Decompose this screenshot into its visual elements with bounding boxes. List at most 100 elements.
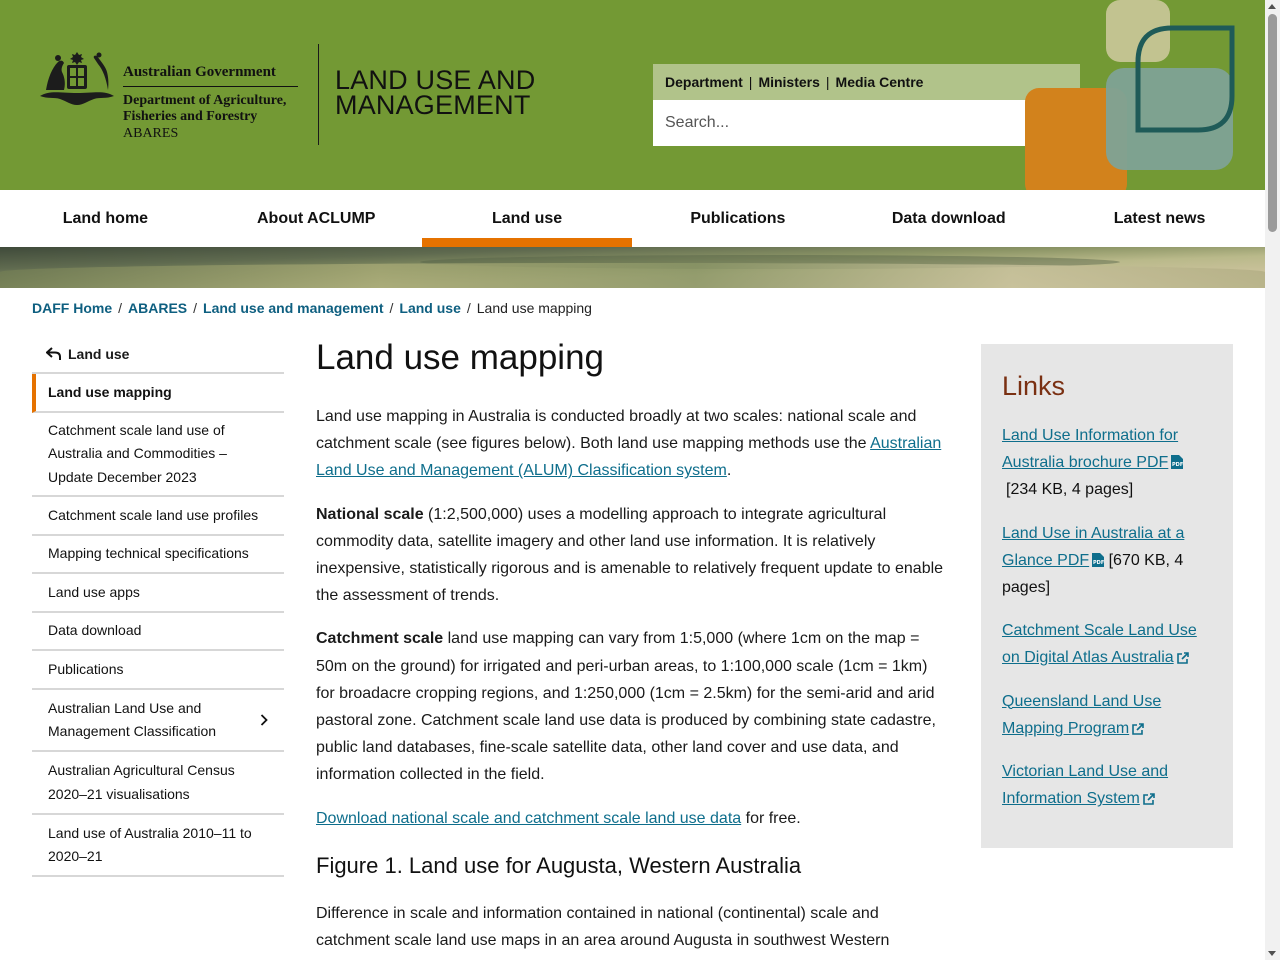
- header-decoration-graphic: [1025, 0, 1235, 190]
- sidenav-item-label: Land use mapping: [48, 383, 172, 400]
- sidenav-item-catchment-scale-commodities[interactable]: Catchment scale land use of Australia an…: [32, 413, 284, 497]
- util-separator: |: [748, 74, 753, 90]
- link-entry-glance: Land Use in Australia at a Glance PDF PDF…: [1002, 520, 1213, 602]
- link-entry-brochure: Land Use Information for Australia broch…: [1002, 422, 1213, 504]
- catchment-scale-paragraph: Catchment scale land use mapping can var…: [316, 625, 948, 788]
- sidenav-item-catchment-profiles[interactable]: Catchment scale land use profiles: [32, 497, 284, 536]
- util-link-department[interactable]: Department: [665, 74, 743, 90]
- national-scale-paragraph: National scale (1:2,500,000) uses a mode…: [316, 501, 948, 610]
- abares-label: ABARES: [123, 126, 179, 141]
- breadcrumb-current: Land use mapping: [476, 300, 592, 316]
- site-name[interactable]: LAND USE AND MANAGEMENT: [335, 67, 535, 120]
- breadcrumb-separator: /: [118, 300, 123, 316]
- breadcrumb-daff-home[interactable]: DAFF Home: [32, 300, 112, 316]
- landscape-banner-image: [0, 247, 1265, 288]
- download-paragraph: Download national scale and catchment sc…: [316, 805, 948, 832]
- sidenav-item-label: Land use of Australia 2010–11 to 2020–21: [48, 824, 252, 865]
- page-scrollbar[interactable]: [1265, 0, 1280, 960]
- nav-about-aclump[interactable]: About ACLUMP: [211, 190, 422, 247]
- main-content: Land use mapping Land use mapping in Aus…: [316, 336, 948, 960]
- sidenav-item-technical-specifications[interactable]: Mapping technical specifications: [32, 536, 284, 574]
- link-entry-digital-atlas: Catchment Scale Land Use on Digital Atla…: [1002, 617, 1213, 671]
- scroll-down-arrow-icon[interactable]: [1268, 951, 1276, 956]
- scroll-thumb[interactable]: [1268, 14, 1277, 232]
- nav-land-use[interactable]: Land use: [421, 190, 633, 247]
- link-note: [234 KB, 4 pages]: [1006, 481, 1134, 499]
- pdf-icon: PDF: [1092, 552, 1105, 567]
- search-input[interactable]: [653, 101, 1023, 145]
- page-title: Land use mapping: [316, 338, 604, 377]
- catchment-scale-text: land use mapping can vary from 1:5,000 (…: [316, 630, 936, 784]
- util-separator: |: [825, 74, 830, 90]
- main-nav: Land home About ACLUMP Land use Publicat…: [0, 190, 1265, 247]
- coat-of-arms-logo[interactable]: [36, 46, 118, 108]
- breadcrumb-separator: /: [193, 300, 198, 316]
- chevron-right-icon[interactable]: [260, 714, 268, 726]
- scroll-up-arrow-icon[interactable]: [1268, 4, 1276, 9]
- intro-paragraph: Land use mapping in Australia is conduct…: [316, 403, 948, 485]
- banner-fields: [0, 263, 1265, 288]
- breadcrumb-separator: /: [389, 300, 394, 316]
- link-digital-atlas-australia[interactable]: Catchment Scale Land Use on Digital Atla…: [1002, 622, 1197, 666]
- sidenav-item-label: Mapping technical specifications: [48, 545, 249, 562]
- nav-latest-news[interactable]: Latest news: [1054, 190, 1265, 247]
- side-nav: Land use Land use mapping Catchment scal…: [32, 336, 284, 877]
- intro-end: .: [726, 462, 732, 480]
- sidenav-item-label: Australian Land Use and Management Class…: [48, 699, 217, 740]
- sidenav-item-agricultural-census[interactable]: Australian Agricultural Census 2020–21 v…: [32, 752, 284, 815]
- intro-text: Land use mapping in Australia is conduct…: [316, 408, 917, 453]
- site-name-line-2: MANAGEMENT: [335, 90, 531, 120]
- pdf-icon: PDF: [1171, 455, 1184, 470]
- department-line-2: Fisheries and Forestry: [123, 109, 258, 124]
- catchment-scale-label: Catchment scale: [316, 630, 444, 648]
- sidenav-item-alum-classification[interactable]: Australian Land Use and Management Class…: [32, 690, 284, 752]
- svg-text:PDF: PDF: [1093, 560, 1104, 566]
- sidenav-back-label: Land use: [68, 346, 130, 362]
- back-arrow-icon: [46, 347, 61, 360]
- figure-1-description: Difference in scale and information cont…: [316, 904, 890, 960]
- sidenav-item-data-download[interactable]: Data download: [32, 613, 284, 651]
- external-link-icon: [1143, 793, 1155, 806]
- nav-publications[interactable]: Publications: [632, 190, 843, 247]
- links-heading: Links: [1002, 371, 1066, 401]
- sidenav-item-publications[interactable]: Publications: [32, 651, 284, 690]
- sidenav-item-label: Land use apps: [48, 583, 140, 600]
- sidenav-item-label: Catchment scale land use profiles: [48, 506, 259, 523]
- breadcrumb-land-use[interactable]: Land use: [399, 300, 460, 316]
- sidenav-back-link[interactable]: Land use: [32, 336, 284, 374]
- nav-land-home[interactable]: Land home: [0, 190, 211, 247]
- utility-nav: Department | Ministers | Media Centre: [653, 64, 1080, 100]
- department-line-1: Department of Agriculture,: [123, 93, 287, 108]
- download-data-link[interactable]: Download national scale and catchment sc…: [316, 810, 741, 827]
- svg-text:PDF: PDF: [1172, 462, 1183, 468]
- site-header: Australian Government Department of Agri…: [0, 0, 1265, 190]
- util-link-ministers[interactable]: Ministers: [758, 74, 819, 90]
- sidenav-item-land-use-mapping[interactable]: Land use mapping: [32, 374, 284, 413]
- department-name: Department of Agriculture, Fisheries and…: [123, 93, 298, 125]
- breadcrumb: DAFF Home / ABARES / Land use and manage…: [32, 298, 592, 318]
- util-link-media-centre[interactable]: Media Centre: [836, 74, 924, 90]
- national-scale-label: National scale: [316, 505, 424, 523]
- sidenav-item-label: Catchment scale land use of Australia an…: [48, 421, 227, 485]
- nav-data-download[interactable]: Data download: [843, 190, 1054, 247]
- breadcrumb-land-use-and-management[interactable]: Land use and management: [203, 300, 383, 316]
- gov-title: Australian Government: [123, 64, 298, 87]
- figure-1-title: Figure 1. Land use for Augusta, Western …: [316, 852, 802, 878]
- external-link-icon: [1176, 652, 1189, 665]
- sidenav-item-land-use-2010-2021[interactable]: Land use of Australia 2010–11 to 2020–21: [32, 815, 284, 877]
- download-text: for free.: [741, 809, 801, 827]
- search-box: [653, 100, 1080, 146]
- link-land-use-information-brochure[interactable]: Land Use Information for Australia broch…: [1002, 427, 1178, 471]
- government-branding[interactable]: Australian Government Department of Agri…: [123, 64, 298, 142]
- sidenav-item-land-use-apps[interactable]: Land use apps: [32, 574, 284, 613]
- sidenav-item-label: Publications: [48, 660, 124, 677]
- link-entry-victorian: Victorian Land Use and Information Syste…: [1002, 758, 1213, 812]
- external-link-icon: [1132, 723, 1144, 735]
- header-divider: [318, 44, 319, 145]
- sidenav-item-label: Australian Agricultural Census 2020–21 v…: [48, 762, 235, 802]
- breadcrumb-separator: /: [466, 300, 471, 316]
- link-entry-queensland: Queensland Land Use Mapping Program: [1002, 688, 1213, 742]
- breadcrumb-abares[interactable]: ABARES: [128, 300, 187, 316]
- related-links-panel: Links Land Use Information for Australia…: [981, 344, 1233, 848]
- sidenav-item-label: Data download: [48, 622, 142, 639]
